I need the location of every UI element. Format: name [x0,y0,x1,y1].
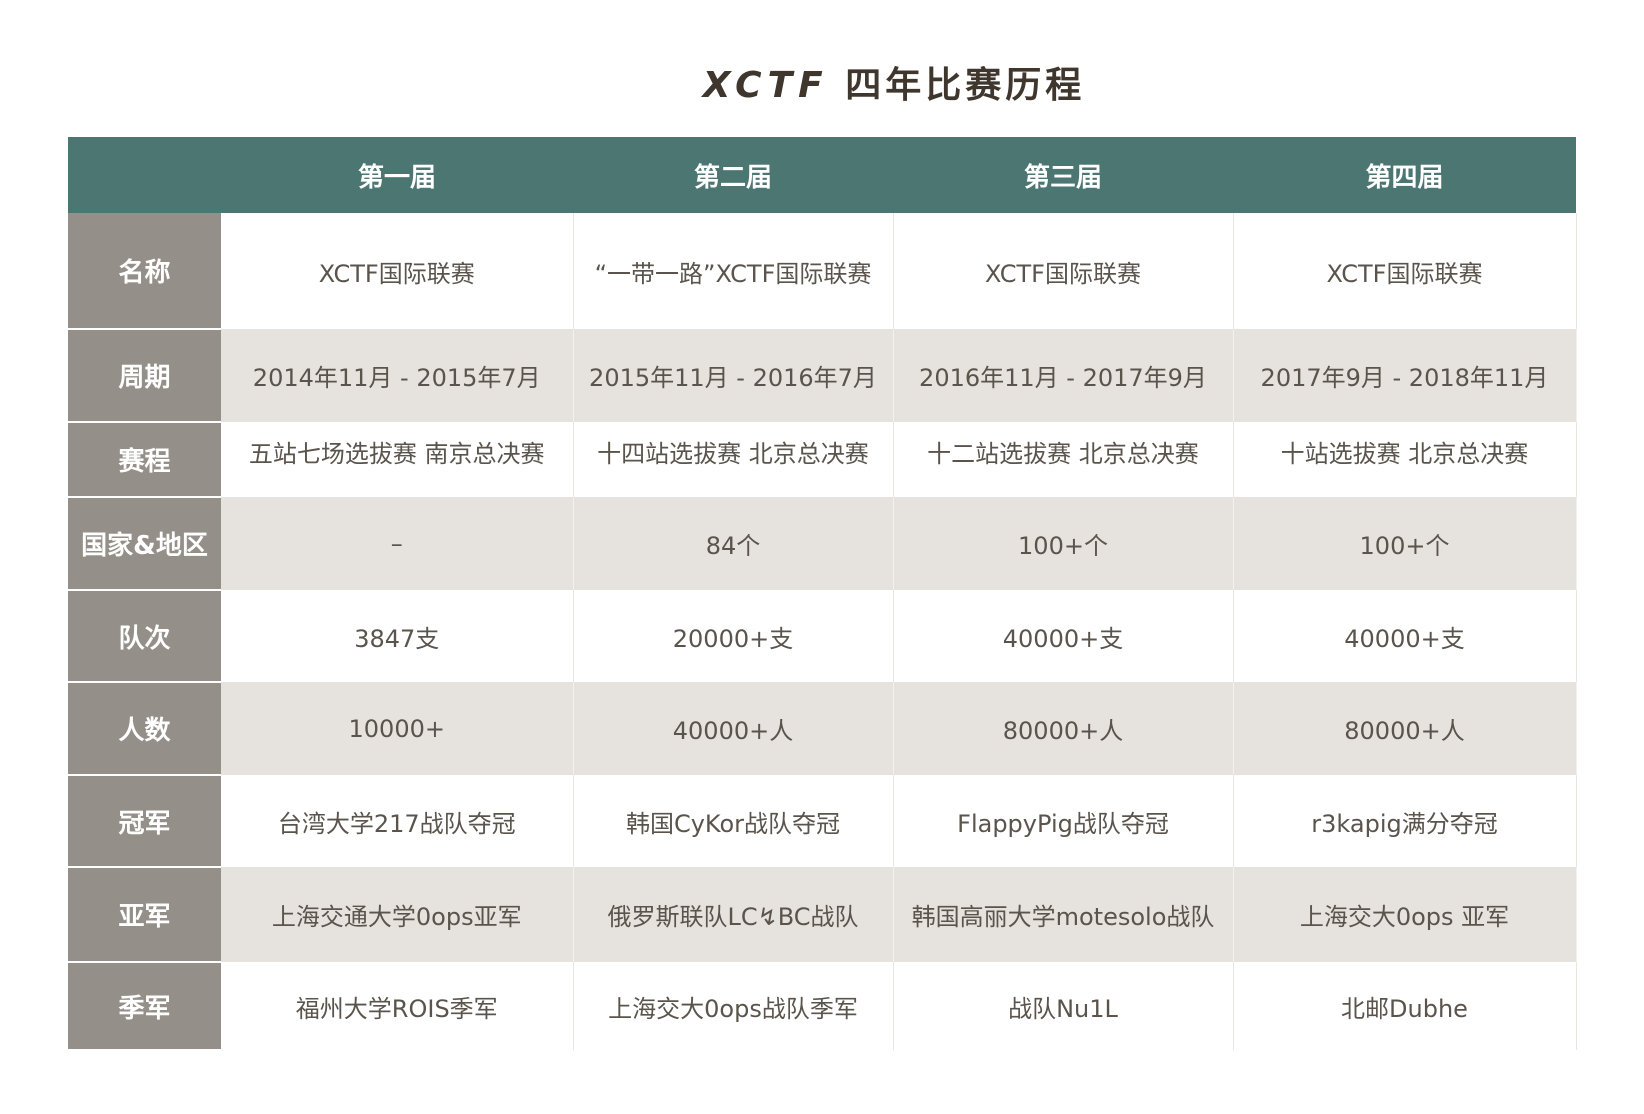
cell-third-place-2: 上海交大0ops战队季军 [573,962,894,1050]
row-runner-up: 亚军 上海交通大学0ops亚军 俄罗斯联队LC↯BC战队 韩国高丽大学motes… [68,867,1577,963]
cell-period-1: 2014年11月 - 2015年7月 [221,329,574,422]
cell-third-place-3: 战队Nu1L [893,962,1234,1050]
title-latin: XCTF [702,65,829,106]
cell-champion-2: 韩国CyKor战队夺冠 [573,775,894,867]
cell-name-2: “一带一路”XCTF国际联赛 [573,213,894,329]
cell-schedule-2: 十四站选拔赛 北京总决赛 [573,422,894,497]
cell-period-2: 2015年11月 - 2016年7月 [573,329,894,422]
cell-runner-up-4: 上海交大0ops 亚军 [1233,867,1577,962]
row-third-place: 季军 福州大学ROIS季军 上海交大0ops战队季军 战队Nu1L 北邮Dubh… [68,962,1577,1051]
cell-teams-4: 40000+支 [1233,590,1577,682]
row-label-teams: 队次 [68,590,221,683]
cell-champion-1: 台湾大学217战队夺冠 [221,775,574,867]
cell-countries-1: – [221,497,574,590]
cell-champion-4: r3kapig满分夺冠 [1233,775,1577,867]
cell-runner-up-1: 上海交通大学0ops亚军 [221,867,574,962]
history-table: 第一届 第二届 第三届 第四届 名称 XCTF国际联赛 “一带一路”XCTF国际… [68,137,1577,1051]
title-chinese: 四年比赛历程 [845,65,1086,106]
cell-name-1: XCTF国际联赛 [221,213,574,329]
cell-teams-2: 20000+支 [573,590,894,682]
cell-name-4: XCTF国际联赛 [1233,213,1577,329]
cell-runner-up-3: 韩国高丽大学motesolo战队 [893,867,1234,962]
row-label-third-place: 季军 [68,962,221,1051]
header-season-3: 第三届 [893,137,1233,213]
row-schedule: 赛程 五站七场选拔赛 南京总决赛 十四站选拔赛 北京总决赛 十二站选拔赛 北京总… [68,422,1577,498]
history-table-container: 第一届 第二届 第三届 第四届 名称 XCTF国际联赛 “一带一路”XCTF国际… [68,137,1577,1051]
cell-countries-3: 100+个 [893,497,1234,590]
header-season-2: 第二届 [573,137,893,213]
cell-schedule-1: 五站七场选拔赛 南京总决赛 [221,422,574,497]
cell-name-3: XCTF国际联赛 [893,213,1234,329]
cell-schedule-3: 十二站选拔赛 北京总决赛 [893,422,1234,497]
cell-participants-3: 80000+人 [893,682,1234,775]
cell-period-4: 2017年9月 - 2018年11月 [1233,329,1577,422]
cell-countries-4: 100+个 [1233,497,1577,590]
row-label-runner-up: 亚军 [68,867,221,963]
header-corner [68,137,221,213]
row-participants: 人数 10000+ 40000+人 80000+人 80000+人 [68,682,1577,776]
page-title: XCTF 四年比赛历程 [72,56,1644,108]
cell-countries-2: 84个 [573,497,894,590]
cell-period-3: 2016年11月 - 2017年9月 [893,329,1234,422]
header-season-1: 第一届 [221,137,573,213]
cell-teams-1: 3847支 [221,590,574,682]
cell-teams-3: 40000+支 [893,590,1234,682]
row-label-champion: 冠军 [68,775,221,868]
row-champion: 冠军 台湾大学217战队夺冠 韩国CyKor战队夺冠 FlappyPig战队夺冠… [68,775,1577,868]
row-label-name: 名称 [68,213,221,330]
cell-champion-3: FlappyPig战队夺冠 [893,775,1234,867]
cell-third-place-1: 福州大学ROIS季军 [221,962,574,1050]
cell-participants-2: 40000+人 [573,682,894,775]
row-period: 周期 2014年11月 - 2015年7月 2015年11月 - 2016年7月… [68,329,1577,423]
row-label-schedule: 赛程 [68,422,221,498]
cell-runner-up-2: 俄罗斯联队LC↯BC战队 [573,867,894,962]
cell-schedule-4: 十站选拔赛 北京总决赛 [1233,422,1577,497]
row-label-participants: 人数 [68,682,221,776]
row-teams: 队次 3847支 20000+支 40000+支 40000+支 [68,590,1577,683]
row-label-countries: 国家&地区 [68,497,221,591]
cell-participants-4: 80000+人 [1233,682,1577,775]
header-season-4: 第四届 [1233,137,1576,213]
row-countries: 国家&地区 – 84个 100+个 100+个 [68,497,1577,591]
row-label-period: 周期 [68,329,221,423]
header-row: 第一届 第二届 第三届 第四届 [68,137,1576,213]
cell-participants-1: 10000+ [221,682,574,775]
cell-third-place-4: 北邮Dubhe [1233,962,1577,1050]
row-name: 名称 XCTF国际联赛 “一带一路”XCTF国际联赛 XCTF国际联赛 XCTF… [68,213,1577,330]
